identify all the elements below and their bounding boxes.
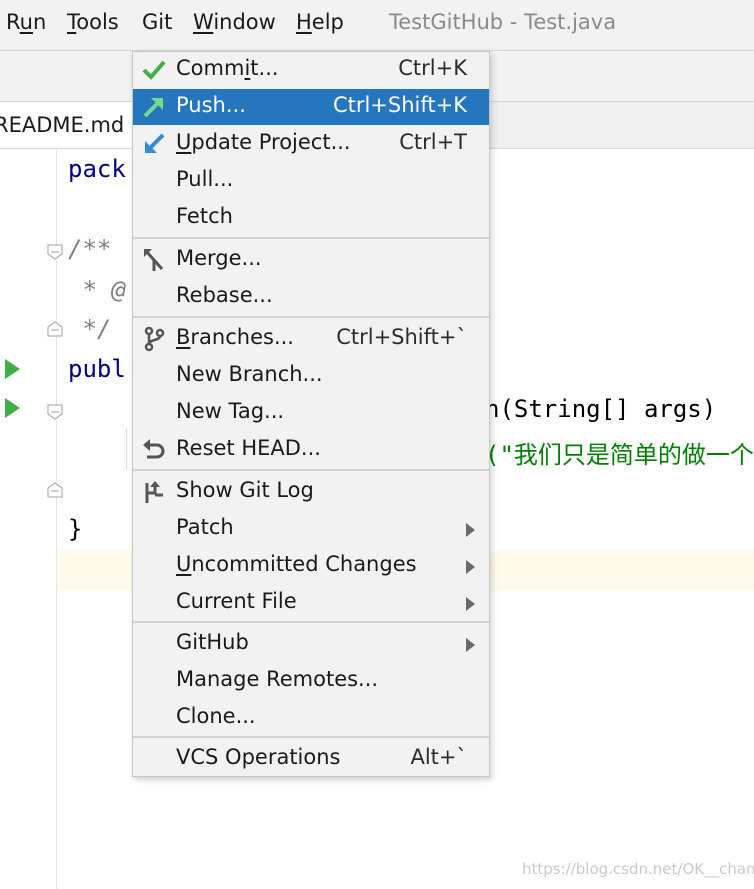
menu-separator bbox=[133, 237, 489, 239]
menu-item-show-git-log[interactable]: Show Git Log bbox=[133, 474, 489, 510]
menu-item-vcs-operations-label: VCS Operations bbox=[176, 745, 341, 769]
menu-run-label: Run bbox=[6, 10, 47, 34]
menu-item-uncommitted-changes-label: Uncommitted Changes bbox=[176, 552, 417, 576]
menu-item-update-project[interactable]: Update Project... Ctrl+T bbox=[133, 126, 489, 162]
menu-item-push-label: Push... bbox=[176, 93, 246, 117]
menu-window-label: Window bbox=[193, 10, 276, 34]
menu-item-update-project-shortcut: Ctrl+T bbox=[399, 130, 467, 154]
submenu-arrow-icon bbox=[466, 560, 475, 574]
code-line-javadoc-tag: * @ bbox=[68, 276, 126, 304]
menu-git[interactable]: Git bbox=[142, 10, 172, 34]
menu-item-uncommitted-changes[interactable]: Uncommitted Changes bbox=[133, 548, 489, 584]
menu-item-new-branch-label: New Branch... bbox=[176, 362, 323, 386]
menu-item-manage-remotes-label: Manage Remotes... bbox=[176, 667, 379, 691]
menu-separator bbox=[133, 316, 489, 318]
menu-item-pull[interactable]: Pull... bbox=[133, 163, 489, 199]
code-line-javadoc-start: /** bbox=[68, 235, 112, 263]
menu-item-pull-label: Pull... bbox=[176, 167, 234, 191]
menu-item-github-label: GitHub bbox=[176, 630, 249, 654]
run-class-icon[interactable] bbox=[5, 359, 20, 379]
window-title: TestGitHub - Test.java bbox=[389, 10, 617, 34]
menu-item-clone[interactable]: Clone... bbox=[133, 700, 489, 736]
menu-item-fetch-label: Fetch bbox=[176, 204, 233, 228]
menu-item-vcs-operations[interactable]: VCS Operations Alt+` bbox=[133, 741, 489, 777]
menu-item-vcs-operations-shortcut: Alt+` bbox=[410, 745, 467, 769]
menu-item-commit-label: Commit... bbox=[176, 56, 279, 80]
git-menu: Commit... Ctrl+K Push... Ctrl+Shift+K Up… bbox=[132, 51, 490, 777]
menu-item-rebase-label: Rebase... bbox=[176, 283, 273, 307]
menu-item-branches-label: Branches... bbox=[176, 325, 294, 349]
merge-icon bbox=[144, 249, 164, 271]
editor-gutter bbox=[0, 149, 57, 889]
menu-bar: Run Tools Git Window Help TestGitHub - T… bbox=[0, 0, 754, 51]
menu-window[interactable]: Window bbox=[193, 10, 276, 34]
code-line-println: ("我们只是简单的做一个 bbox=[485, 441, 754, 469]
fold-start-icon[interactable] bbox=[47, 244, 63, 260]
run-main-icon[interactable] bbox=[5, 398, 20, 418]
menu-item-github[interactable]: GitHub bbox=[133, 626, 489, 662]
menu-item-branches-shortcut: Ctrl+Shift+` bbox=[336, 325, 467, 349]
menu-item-branches[interactable]: Branches... Ctrl+Shift+` bbox=[133, 321, 489, 357]
menu-item-current-file[interactable]: Current File bbox=[133, 585, 489, 621]
menu-item-commit-shortcut: Ctrl+K bbox=[398, 56, 467, 80]
reset-icon bbox=[143, 439, 165, 459]
tab-readme-label: README.md bbox=[0, 113, 125, 137]
fold-end-icon-main[interactable] bbox=[47, 482, 63, 498]
submenu-arrow-icon bbox=[466, 597, 475, 611]
tab-readme[interactable]: README.md bbox=[0, 102, 133, 148]
menu-item-new-branch[interactable]: New Branch... bbox=[133, 358, 489, 394]
menu-item-merge[interactable]: Merge... bbox=[133, 242, 489, 278]
menu-item-update-project-label: Update Project... bbox=[176, 130, 351, 154]
menu-item-rebase[interactable]: Rebase... bbox=[133, 279, 489, 315]
menu-tools-label: Tools bbox=[67, 10, 119, 34]
menu-separator bbox=[133, 621, 489, 623]
menu-item-clone-label: Clone... bbox=[176, 704, 256, 728]
branch-icon bbox=[144, 326, 165, 352]
menu-help-label: Help bbox=[296, 10, 344, 34]
menu-item-reset-head-label: Reset HEAD... bbox=[176, 436, 321, 460]
fold-end-icon[interactable] bbox=[47, 321, 63, 337]
submenu-arrow-icon bbox=[466, 638, 475, 652]
menu-item-fetch[interactable]: Fetch bbox=[133, 200, 489, 236]
menu-item-patch-label: Patch bbox=[176, 515, 234, 539]
watermark: https://blog.csdn.net/OK__chan bbox=[522, 860, 754, 878]
code-line-close-brace: } bbox=[68, 515, 83, 543]
submenu-arrow-icon bbox=[466, 523, 475, 537]
menu-item-merge-label: Merge... bbox=[176, 246, 262, 270]
code-line-package: pack bbox=[68, 155, 126, 183]
menu-item-show-git-log-label: Show Git Log bbox=[176, 478, 314, 502]
code-line-javadoc-end: */ bbox=[68, 315, 112, 343]
menu-separator bbox=[133, 469, 489, 471]
indent-guide bbox=[126, 429, 127, 469]
menu-run[interactable]: Run bbox=[6, 10, 46, 34]
menu-item-current-file-label: Current File bbox=[176, 589, 297, 613]
push-arrow-icon bbox=[143, 98, 163, 118]
git-log-icon bbox=[145, 481, 163, 503]
menu-tools[interactable]: Tools bbox=[67, 10, 119, 34]
menu-item-patch[interactable]: Patch bbox=[133, 511, 489, 547]
menu-item-manage-remotes[interactable]: Manage Remotes... bbox=[133, 663, 489, 699]
fold-start-icon-main[interactable] bbox=[47, 404, 63, 420]
menu-git-label: Git bbox=[142, 10, 173, 34]
menu-item-push-shortcut: Ctrl+Shift+K bbox=[332, 93, 467, 117]
check-icon bbox=[142, 60, 166, 80]
code-line-public-class: publ bbox=[68, 355, 126, 383]
menu-item-push[interactable]: Push... Ctrl+Shift+K bbox=[133, 89, 489, 125]
update-arrow-icon bbox=[145, 133, 165, 153]
menu-separator bbox=[133, 736, 489, 738]
menu-item-commit[interactable]: Commit... Ctrl+K bbox=[133, 52, 489, 88]
menu-item-reset-head[interactable]: Reset HEAD... bbox=[133, 432, 489, 468]
code-line-main-signature: n(String[] args) bbox=[485, 395, 717, 423]
menu-item-new-tag[interactable]: New Tag... bbox=[133, 395, 489, 431]
menu-help[interactable]: Help bbox=[296, 10, 344, 34]
menu-item-new-tag-label: New Tag... bbox=[176, 399, 285, 423]
